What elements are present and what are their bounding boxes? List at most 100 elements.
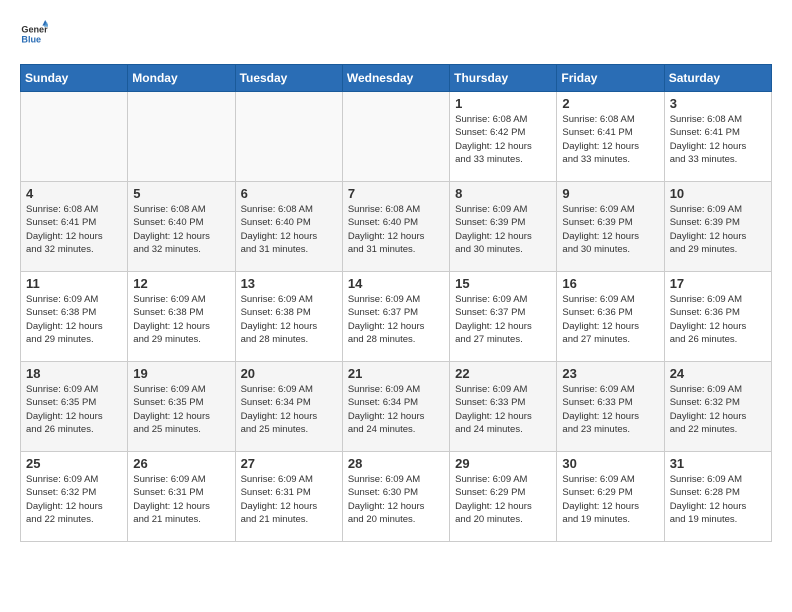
calendar-day-cell	[235, 92, 342, 182]
day-number: 25	[26, 456, 122, 471]
calendar-week-row: 1Sunrise: 6:08 AM Sunset: 6:42 PM Daylig…	[21, 92, 772, 182]
calendar-day-cell: 19 Sunrise: 6:09 AM Sunset: 6:35 PM Dayli…	[128, 362, 235, 452]
day-info: Sunrise: 6:09 AM Sunset: 6:32 PM Dayligh…	[26, 473, 122, 526]
calendar-day-cell: 10 Sunrise: 6:09 AM Sunset: 6:39 PM Dayli…	[664, 182, 771, 272]
calendar-day-cell	[21, 92, 128, 182]
day-info: Sunrise: 6:09 AM Sunset: 6:33 PM Dayligh…	[455, 383, 551, 436]
calendar-day-cell: 4Sunrise: 6:08 AM Sunset: 6:41 PM Daylig…	[21, 182, 128, 272]
day-number: 13	[241, 276, 337, 291]
day-number: 18	[26, 366, 122, 381]
day-number: 9	[562, 186, 658, 201]
calendar-day-cell: 6 Sunrise: 6:08 AM Sunset: 6:40 PM Daylig…	[235, 182, 342, 272]
day-info: Sunrise: 6:09 AM Sunset: 6:34 PM Dayligh…	[348, 383, 444, 436]
calendar-day-cell: 17Sunrise: 6:09 AM Sunset: 6:36 PM Dayli…	[664, 272, 771, 362]
day-info: Sunrise: 6:09 AM Sunset: 6:28 PM Dayligh…	[670, 473, 766, 526]
svg-text:Blue: Blue	[21, 34, 41, 44]
day-info: Sunrise: 6:09 AM Sunset: 6:38 PM Dayligh…	[26, 293, 122, 346]
day-number: 24	[670, 366, 766, 381]
day-info: Sunrise: 6:09 AM Sunset: 6:36 PM Dayligh…	[562, 293, 658, 346]
calendar-day-cell: 21 Sunrise: 6:09 AM Sunset: 6:34 PM Dayli…	[342, 362, 449, 452]
calendar-day-cell: 2 Sunrise: 6:08 AM Sunset: 6:41 PM Daylig…	[557, 92, 664, 182]
day-info: Sunrise: 6:09 AM Sunset: 6:29 PM Dayligh…	[455, 473, 551, 526]
calendar-day-cell: 28 Sunrise: 6:09 AM Sunset: 6:30 PM Dayli…	[342, 452, 449, 542]
day-info: Sunrise: 6:09 AM Sunset: 6:32 PM Dayligh…	[670, 383, 766, 436]
calendar-day-cell: 11Sunrise: 6:09 AM Sunset: 6:38 PM Dayli…	[21, 272, 128, 362]
day-number: 2	[562, 96, 658, 111]
day-number: 27	[241, 456, 337, 471]
day-info: Sunrise: 6:09 AM Sunset: 6:31 PM Dayligh…	[241, 473, 337, 526]
day-number: 22	[455, 366, 551, 381]
calendar-day-cell	[128, 92, 235, 182]
day-info: Sunrise: 6:08 AM Sunset: 6:40 PM Dayligh…	[348, 203, 444, 256]
calendar-day-cell: 1Sunrise: 6:08 AM Sunset: 6:42 PM Daylig…	[450, 92, 557, 182]
logo: General Blue	[20, 20, 52, 48]
weekday-header-cell: Tuesday	[235, 65, 342, 92]
day-number: 20	[241, 366, 337, 381]
day-info: Sunrise: 6:08 AM Sunset: 6:42 PM Dayligh…	[455, 113, 551, 166]
day-number: 3	[670, 96, 766, 111]
calendar-day-cell: 20 Sunrise: 6:09 AM Sunset: 6:34 PM Dayli…	[235, 362, 342, 452]
day-number: 15	[455, 276, 551, 291]
day-number: 23	[562, 366, 658, 381]
day-info: Sunrise: 6:09 AM Sunset: 6:33 PM Dayligh…	[562, 383, 658, 436]
day-info: Sunrise: 6:09 AM Sunset: 6:31 PM Dayligh…	[133, 473, 229, 526]
calendar-day-cell: 8Sunrise: 6:09 AM Sunset: 6:39 PM Daylig…	[450, 182, 557, 272]
calendar-day-cell: 23 Sunrise: 6:09 AM Sunset: 6:33 PM Dayli…	[557, 362, 664, 452]
calendar-week-row: 4Sunrise: 6:08 AM Sunset: 6:41 PM Daylig…	[21, 182, 772, 272]
day-info: Sunrise: 6:08 AM Sunset: 6:41 PM Dayligh…	[26, 203, 122, 256]
day-info: Sunrise: 6:09 AM Sunset: 6:39 PM Dayligh…	[562, 203, 658, 256]
day-info: Sunrise: 6:09 AM Sunset: 6:35 PM Dayligh…	[133, 383, 229, 436]
day-number: 16	[562, 276, 658, 291]
calendar-body: 1Sunrise: 6:08 AM Sunset: 6:42 PM Daylig…	[21, 92, 772, 542]
day-number: 19	[133, 366, 229, 381]
day-info: Sunrise: 6:08 AM Sunset: 6:40 PM Dayligh…	[241, 203, 337, 256]
calendar-day-cell: 12 Sunrise: 6:09 AM Sunset: 6:38 PM Dayli…	[128, 272, 235, 362]
day-info: Sunrise: 6:09 AM Sunset: 6:34 PM Dayligh…	[241, 383, 337, 436]
day-info: Sunrise: 6:08 AM Sunset: 6:41 PM Dayligh…	[562, 113, 658, 166]
day-number: 10	[670, 186, 766, 201]
calendar-day-cell: 3 Sunrise: 6:08 AM Sunset: 6:41 PM Daylig…	[664, 92, 771, 182]
weekday-header-cell: Sunday	[21, 65, 128, 92]
calendar-day-cell: 16 Sunrise: 6:09 AM Sunset: 6:36 PM Dayli…	[557, 272, 664, 362]
weekday-header-cell: Saturday	[664, 65, 771, 92]
day-info: Sunrise: 6:08 AM Sunset: 6:41 PM Dayligh…	[670, 113, 766, 166]
day-number: 21	[348, 366, 444, 381]
day-info: Sunrise: 6:09 AM Sunset: 6:39 PM Dayligh…	[670, 203, 766, 256]
day-number: 12	[133, 276, 229, 291]
weekday-header-cell: Thursday	[450, 65, 557, 92]
calendar-day-cell: 29 Sunrise: 6:09 AM Sunset: 6:29 PM Dayli…	[450, 452, 557, 542]
calendar-week-row: 18 Sunrise: 6:09 AM Sunset: 6:35 PM Dayli…	[21, 362, 772, 452]
calendar-week-row: 11Sunrise: 6:09 AM Sunset: 6:38 PM Dayli…	[21, 272, 772, 362]
day-info: Sunrise: 6:09 AM Sunset: 6:30 PM Dayligh…	[348, 473, 444, 526]
day-number: 5	[133, 186, 229, 201]
calendar-day-cell: 22 Sunrise: 6:09 AM Sunset: 6:33 PM Dayli…	[450, 362, 557, 452]
day-number: 26	[133, 456, 229, 471]
calendar-day-cell: 30 Sunrise: 6:09 AM Sunset: 6:29 PM Dayli…	[557, 452, 664, 542]
day-info: Sunrise: 6:09 AM Sunset: 6:29 PM Dayligh…	[562, 473, 658, 526]
day-info: Sunrise: 6:09 AM Sunset: 6:37 PM Dayligh…	[348, 293, 444, 346]
weekday-header-cell: Wednesday	[342, 65, 449, 92]
calendar-day-cell: 27 Sunrise: 6:09 AM Sunset: 6:31 PM Dayli…	[235, 452, 342, 542]
calendar-week-row: 25 Sunrise: 6:09 AM Sunset: 6:32 PM Dayli…	[21, 452, 772, 542]
day-number: 8	[455, 186, 551, 201]
day-number: 28	[348, 456, 444, 471]
day-number: 31	[670, 456, 766, 471]
svg-text:General: General	[21, 25, 48, 35]
calendar-day-cell: 15Sunrise: 6:09 AM Sunset: 6:37 PM Dayli…	[450, 272, 557, 362]
day-number: 29	[455, 456, 551, 471]
calendar-table: SundayMondayTuesdayWednesdayThursdayFrid…	[20, 64, 772, 542]
day-number: 6	[241, 186, 337, 201]
calendar-day-cell	[342, 92, 449, 182]
day-number: 14	[348, 276, 444, 291]
weekday-header-row: SundayMondayTuesdayWednesdayThursdayFrid…	[21, 65, 772, 92]
day-number: 30	[562, 456, 658, 471]
calendar-day-cell: 18Sunrise: 6:09 AM Sunset: 6:35 PM Dayli…	[21, 362, 128, 452]
day-info: Sunrise: 6:08 AM Sunset: 6:40 PM Dayligh…	[133, 203, 229, 256]
weekday-header-cell: Monday	[128, 65, 235, 92]
calendar-day-cell: 14 Sunrise: 6:09 AM Sunset: 6:37 PM Dayli…	[342, 272, 449, 362]
day-info: Sunrise: 6:09 AM Sunset: 6:38 PM Dayligh…	[133, 293, 229, 346]
calendar-day-cell: 25 Sunrise: 6:09 AM Sunset: 6:32 PM Dayli…	[21, 452, 128, 542]
calendar-day-cell: 5 Sunrise: 6:08 AM Sunset: 6:40 PM Daylig…	[128, 182, 235, 272]
calendar-day-cell: 13Sunrise: 6:09 AM Sunset: 6:38 PM Dayli…	[235, 272, 342, 362]
calendar-day-cell: 7Sunrise: 6:08 AM Sunset: 6:40 PM Daylig…	[342, 182, 449, 272]
